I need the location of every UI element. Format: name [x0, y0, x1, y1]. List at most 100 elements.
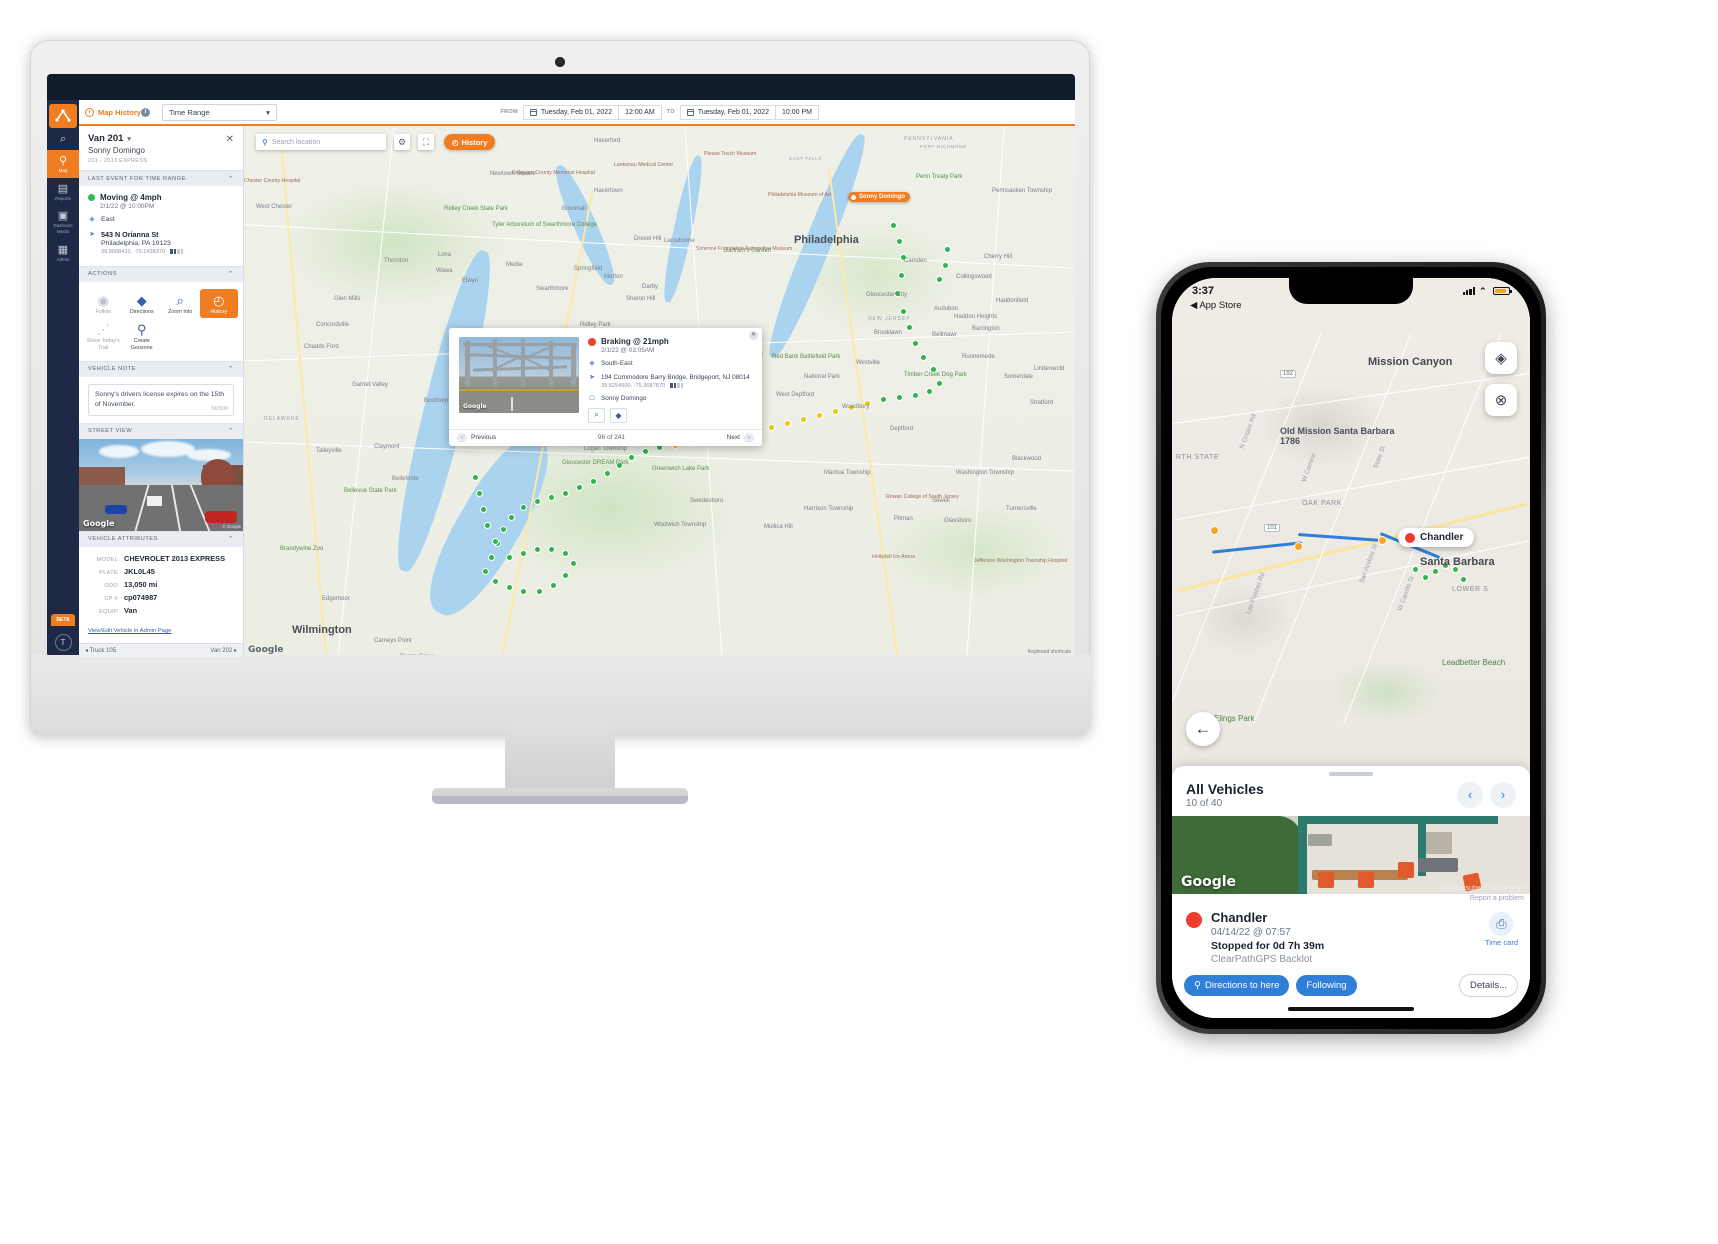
rail-item-dashcam-media[interactable]: ▣ Dashcam Media — [47, 205, 79, 238]
trail-point[interactable] — [906, 324, 913, 331]
event-popup[interactable]: ✕ Google Braking @ 21mph 2/1/22 @ 03:05A… — [449, 328, 762, 446]
rail-item-map[interactable]: ⚲ Map — [47, 150, 79, 178]
back-to-app-store-link[interactable]: ◀ App Store — [1190, 300, 1242, 311]
to-date-input[interactable]: Tuesday, Feb 01, 2022 — [679, 104, 777, 120]
trail-point[interactable] — [942, 262, 949, 269]
close-icon[interactable]: ✕ — [749, 331, 758, 340]
trail-point[interactable] — [912, 340, 919, 347]
map-settings-button[interactable]: ⚙ — [394, 134, 410, 150]
action-follow[interactable]: ◉ Follow — [84, 289, 123, 319]
section-header-vehicle-note[interactable]: VEHICLE NOTE ⌃ — [79, 360, 243, 377]
trail-point[interactable] — [944, 246, 951, 253]
popup-zoom-button[interactable]: ⌕ — [588, 407, 605, 423]
trail-point[interactable] — [642, 448, 649, 455]
trail-point[interactable] — [508, 514, 515, 521]
action-show-todays-trail[interactable]: ⋰ Show Today's Trail — [84, 318, 123, 355]
details-button[interactable]: Details... — [1459, 973, 1518, 997]
history-button[interactable]: ◴ History — [444, 134, 496, 150]
map-compass-button[interactable]: ⊗ — [1485, 384, 1517, 416]
trail-point[interactable] — [936, 380, 943, 387]
avatar[interactable]: T — [54, 634, 72, 651]
following-button[interactable]: Following — [1296, 974, 1357, 996]
rail-item-reports[interactable]: ▤ Reports — [47, 178, 79, 206]
trail-point-speeding[interactable] — [768, 424, 775, 431]
beta-badge[interactable]: BETA — [51, 614, 75, 626]
route-waypoint[interactable] — [1294, 542, 1303, 551]
trail-point[interactable] — [628, 454, 635, 461]
map-layers-button[interactable]: ◈ — [1485, 342, 1517, 374]
trail-point[interactable] — [900, 308, 907, 315]
trail-point[interactable] — [520, 550, 527, 557]
trail-point[interactable] — [506, 554, 513, 561]
trail-point[interactable] — [480, 506, 487, 513]
trail-point[interactable] — [488, 554, 495, 561]
time-card-button[interactable]: ⎙ Time card — [1485, 911, 1518, 947]
close-icon[interactable]: ✕ — [226, 134, 234, 145]
trail-point[interactable] — [562, 490, 569, 497]
report-problem-link[interactable]: Report a problem — [1470, 895, 1524, 902]
trail-point[interactable] — [562, 572, 569, 579]
action-directions[interactable]: ◆ Directions — [123, 289, 162, 319]
trail-point[interactable] — [936, 276, 943, 283]
info-icon[interactable]: i — [140, 107, 150, 117]
action-history[interactable]: ◴ History — [199, 288, 238, 319]
search-location-input[interactable]: ⚲ Search location — [256, 134, 386, 150]
trail-point-speeding[interactable] — [784, 420, 791, 427]
street-view-thumbnail[interactable]: Google © Google — [79, 438, 243, 531]
trail-point[interactable] — [476, 490, 483, 497]
trail-point[interactable] — [534, 546, 541, 553]
trail-point[interactable] — [492, 538, 499, 545]
map-back-button[interactable]: ← — [1186, 712, 1220, 746]
trail-point-speeding[interactable] — [816, 412, 823, 419]
trail-point-speeding[interactable] — [800, 416, 807, 423]
trail-point[interactable] — [506, 584, 513, 591]
trail-point[interactable] — [890, 222, 897, 229]
trail-point[interactable] — [570, 560, 577, 567]
trail-point[interactable] — [604, 470, 611, 477]
trail-point[interactable] — [534, 498, 541, 505]
trail-point[interactable] — [912, 392, 919, 399]
map-fullscreen-button[interactable]: ⛶ — [418, 134, 434, 150]
trail-point[interactable] — [484, 522, 491, 529]
trail-point[interactable] — [492, 578, 499, 585]
popup-directions-button[interactable]: ◆ — [610, 407, 627, 423]
action-zoom-into[interactable]: ⌕ Zoom Into — [161, 289, 200, 319]
event-street-view-image[interactable]: Google — [459, 337, 579, 413]
trail-point-speeding[interactable] — [832, 408, 839, 415]
section-header-actions[interactable]: ACTIONS ⌃ — [79, 265, 243, 282]
popup-previous-button[interactable]: ‹ Previous — [457, 432, 496, 443]
vehicle-name[interactable]: Van 201 ▾ — [88, 133, 234, 144]
from-date-input[interactable]: Tuesday, Feb 01, 2022 — [522, 104, 620, 120]
vehicle-map-marker[interactable]: Sonny Domingo — [848, 192, 910, 202]
map-canvas[interactable]: ⚲ Search location ⚙ ⛶ ◴ History Sonny Do… — [244, 126, 1075, 657]
next-vehicle-link[interactable]: Van 202 ▸ — [210, 647, 237, 654]
trail-point[interactable] — [926, 388, 933, 395]
trail-point[interactable] — [920, 354, 927, 361]
prev-vehicle-link[interactable]: ◂ Truck 105 — [85, 647, 116, 654]
trail-point[interactable] — [536, 588, 543, 595]
admin-page-link[interactable]: View/Edit Vehicle in Admin Page — [79, 626, 243, 634]
to-time-input[interactable]: 10:00 PM — [776, 104, 819, 120]
sheet-next-button[interactable]: › — [1490, 781, 1516, 808]
trail-point[interactable] — [520, 588, 527, 595]
from-time-input[interactable]: 12:00 AM — [619, 104, 662, 120]
trail-point[interactable] — [576, 484, 583, 491]
rail-item-admin[interactable]: ▦ Admin — [47, 239, 79, 267]
trail-point[interactable] — [1422, 574, 1429, 581]
trail-point[interactable] — [1432, 568, 1439, 575]
directions-to-here-button[interactable]: ⚲ Directions to here — [1184, 974, 1290, 996]
vehicle-note-input[interactable]: Sonny's drivers license expires on the 1… — [88, 383, 234, 416]
trail-point[interactable] — [1412, 566, 1419, 573]
trail-point[interactable] — [880, 396, 887, 403]
trail-point[interactable] — [520, 504, 527, 511]
time-range-select[interactable]: Time Range ▾ — [161, 103, 277, 121]
sheet-prev-button[interactable]: ‹ — [1457, 781, 1483, 808]
trail-point[interactable] — [550, 582, 557, 589]
trail-point[interactable] — [548, 546, 555, 553]
popup-next-button[interactable]: Next › — [727, 432, 754, 443]
trail-point[interactable] — [896, 238, 903, 245]
vehicle-street-view[interactable]: Google may be subject to copyright Repor… — [1172, 815, 1530, 894]
section-header-street-view[interactable]: STREET VIEW ⌃ — [79, 422, 243, 439]
trail-point[interactable] — [590, 478, 597, 485]
trail-point[interactable] — [482, 568, 489, 575]
